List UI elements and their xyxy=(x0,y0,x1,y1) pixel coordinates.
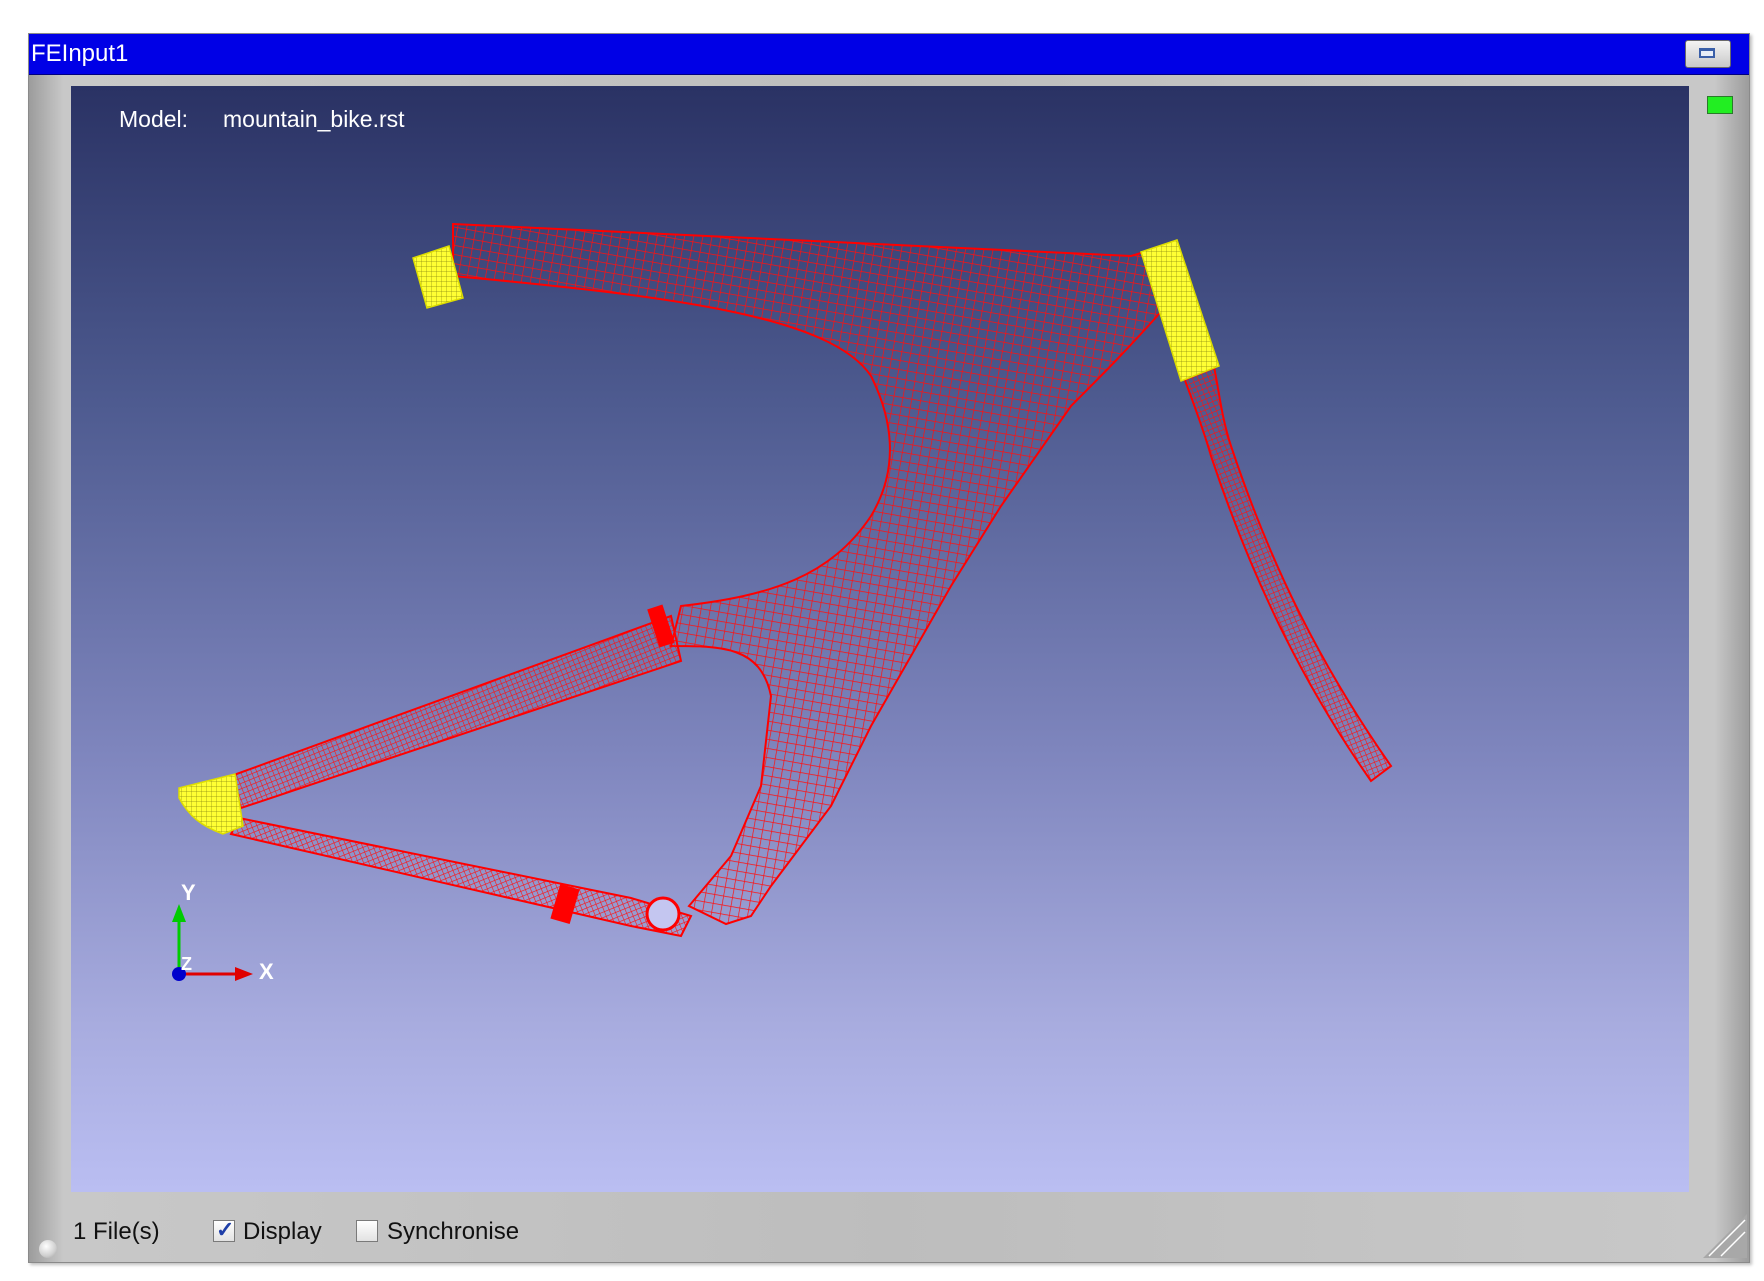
files-count: 1 File(s) xyxy=(73,1218,160,1245)
axis-triad: Y X Z xyxy=(172,880,274,984)
status-bar: 1 File(s) ✓ Display Synchronise xyxy=(29,1198,1749,1260)
display-label[interactable]: Display xyxy=(243,1218,322,1246)
display-checkbox[interactable]: ✓ xyxy=(213,1217,235,1242)
window-titlebar[interactable]: FEInput1 xyxy=(29,34,1749,75)
synchronise-checkbox[interactable] xyxy=(356,1220,378,1242)
resize-grip-icon[interactable] xyxy=(1699,1210,1747,1258)
window-title: FEInput1 xyxy=(31,40,129,67)
status-indicator xyxy=(1707,96,1733,114)
restore-icon xyxy=(1699,48,1715,58)
fe-input-window: FEInput1 Model: mountain_bike.rst Y X Z … xyxy=(28,33,1750,1263)
z-axis-label: Z xyxy=(181,954,192,974)
fe-viewport[interactable]: Model: mountain_bike.rst Y X Z xyxy=(71,86,1689,1192)
y-axis-label: Y xyxy=(181,880,196,905)
synchronise-label[interactable]: Synchronise xyxy=(387,1218,519,1246)
checkmark-icon: ✓ xyxy=(216,1217,235,1242)
restore-button[interactable] xyxy=(1685,40,1731,68)
status-dot-icon xyxy=(39,1240,57,1258)
x-axis-label: X xyxy=(259,959,274,984)
